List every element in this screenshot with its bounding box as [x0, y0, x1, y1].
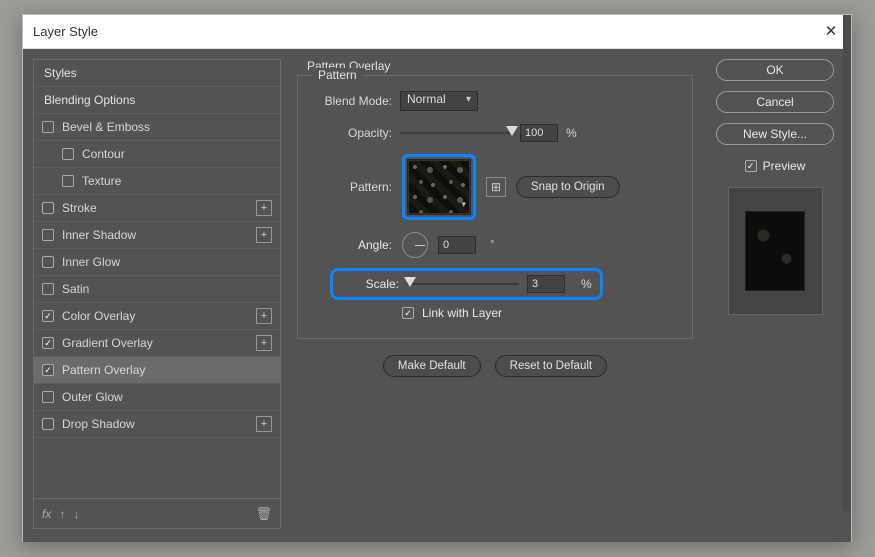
opacity-label: Opacity: — [312, 126, 392, 140]
item-stroke[interactable]: Stroke + — [34, 195, 280, 222]
right-panel: OK Cancel New Style... Preview — [709, 59, 841, 532]
pattern-fieldset: Pattern Blend Mode: Normal Opacity: % Pa… — [297, 75, 693, 339]
dialog-title: Layer Style — [33, 24, 98, 39]
item-color-overlay[interactable]: Color Overlay + — [34, 303, 280, 330]
add-icon[interactable]: + — [256, 200, 272, 216]
pattern-label: Pattern: — [312, 180, 392, 194]
scale-label: Scale: — [341, 277, 399, 291]
item-inner-shadow[interactable]: Inner Shadow + — [34, 222, 280, 249]
preview-thumbnail — [745, 211, 805, 291]
item-contour[interactable]: Contour — [34, 141, 280, 168]
snap-to-origin-button[interactable]: Snap to Origin — [516, 176, 620, 198]
preview-label: Preview — [763, 159, 806, 173]
item-bevel-emboss[interactable]: Bevel & Emboss — [34, 114, 280, 141]
add-icon[interactable]: + — [256, 416, 272, 432]
checkbox-icon[interactable] — [42, 121, 54, 133]
angle-unit: ° — [490, 239, 494, 251]
item-texture[interactable]: Texture — [34, 168, 280, 195]
checkbox-icon[interactable] — [42, 391, 54, 403]
angle-row: Angle: ° — [312, 232, 678, 258]
angle-dial[interactable] — [402, 232, 428, 258]
move-down-icon[interactable]: ↓ — [73, 507, 79, 521]
preview-box — [728, 187, 823, 315]
panel-title: Pattern Overlay — [307, 59, 701, 73]
item-inner-glow[interactable]: Inner Glow — [34, 249, 280, 276]
preview-toggle-row: Preview — [745, 159, 806, 173]
add-icon[interactable]: + — [256, 308, 272, 324]
angle-label: Angle: — [312, 238, 392, 252]
add-icon[interactable]: + — [256, 227, 272, 243]
blending-options[interactable]: Blending Options — [34, 87, 280, 114]
opacity-slider[interactable] — [400, 126, 512, 140]
move-up-icon[interactable]: ↑ — [59, 507, 65, 521]
checkbox-icon[interactable] — [62, 175, 74, 187]
fx-menu-icon[interactable]: fx — [42, 507, 51, 521]
scale-unit: % — [581, 277, 592, 291]
styles-header[interactable]: Styles — [34, 60, 280, 87]
make-default-button[interactable]: Make Default — [383, 355, 481, 377]
item-drop-shadow[interactable]: Drop Shadow + — [34, 411, 280, 438]
link-label: Link with Layer — [422, 306, 502, 320]
scale-input[interactable] — [527, 275, 565, 293]
blend-mode-select[interactable]: Normal — [400, 91, 478, 111]
close-icon[interactable]: ✕ — [821, 22, 841, 42]
pattern-swatch[interactable]: ▾ — [407, 159, 471, 215]
opacity-row: Opacity: % — [312, 122, 678, 144]
opacity-unit: % — [566, 126, 577, 140]
preview-checkbox[interactable] — [745, 160, 757, 172]
scrollbar[interactable] — [843, 15, 851, 511]
opacity-input[interactable] — [520, 124, 558, 142]
pattern-row: Pattern: ▾ ⊞ Snap to Origin — [312, 154, 678, 220]
scale-slider[interactable] — [407, 277, 519, 291]
cancel-button[interactable]: Cancel — [716, 91, 834, 113]
checkbox-icon[interactable] — [62, 148, 74, 160]
item-pattern-overlay[interactable]: Pattern Overlay — [34, 357, 280, 384]
new-style-button[interactable]: New Style... — [716, 123, 834, 145]
checkbox-icon[interactable] — [42, 418, 54, 430]
add-icon[interactable]: + — [256, 335, 272, 351]
ok-button[interactable]: OK — [716, 59, 834, 81]
styles-sidebar: Styles Blending Options Bevel & Emboss C… — [33, 59, 281, 529]
checkbox-icon[interactable] — [42, 283, 54, 295]
reset-default-button[interactable]: Reset to Default — [495, 355, 607, 377]
chevron-down-icon[interactable]: ▾ — [461, 199, 466, 210]
titlebar: Layer Style ✕ — [23, 15, 851, 49]
checkbox-icon[interactable] — [42, 202, 54, 214]
layer-style-dialog: Layer Style ✕ Styles Blending Options Be… — [22, 14, 852, 542]
trash-icon[interactable]: 🗑 — [255, 506, 272, 522]
new-pattern-icon[interactable]: ⊞ — [486, 177, 506, 197]
checkbox-icon[interactable] — [42, 229, 54, 241]
checkbox-icon[interactable] — [42, 256, 54, 268]
link-with-layer-row: Link with Layer — [402, 306, 678, 320]
settings-panel: Pattern Overlay Pattern Blend Mode: Norm… — [289, 59, 701, 532]
sidebar-footer: fx ↑ ↓ 🗑 — [34, 498, 280, 528]
pattern-highlight: ▾ — [402, 154, 476, 220]
checkbox-icon[interactable] — [42, 310, 54, 322]
item-satin[interactable]: Satin — [34, 276, 280, 303]
item-gradient-overlay[interactable]: Gradient Overlay + — [34, 330, 280, 357]
fieldset-legend: Pattern — [312, 68, 363, 82]
blend-mode-label: Blend Mode: — [312, 94, 392, 108]
angle-input[interactable] — [438, 236, 476, 254]
blend-mode-row: Blend Mode: Normal — [312, 90, 678, 112]
link-checkbox[interactable] — [402, 307, 414, 319]
checkbox-icon[interactable] — [42, 337, 54, 349]
item-outer-glow[interactable]: Outer Glow — [34, 384, 280, 411]
checkbox-icon[interactable] — [42, 364, 54, 376]
scale-highlight: Scale: % — [330, 268, 603, 300]
defaults-row: Make Default Reset to Default — [289, 355, 701, 377]
